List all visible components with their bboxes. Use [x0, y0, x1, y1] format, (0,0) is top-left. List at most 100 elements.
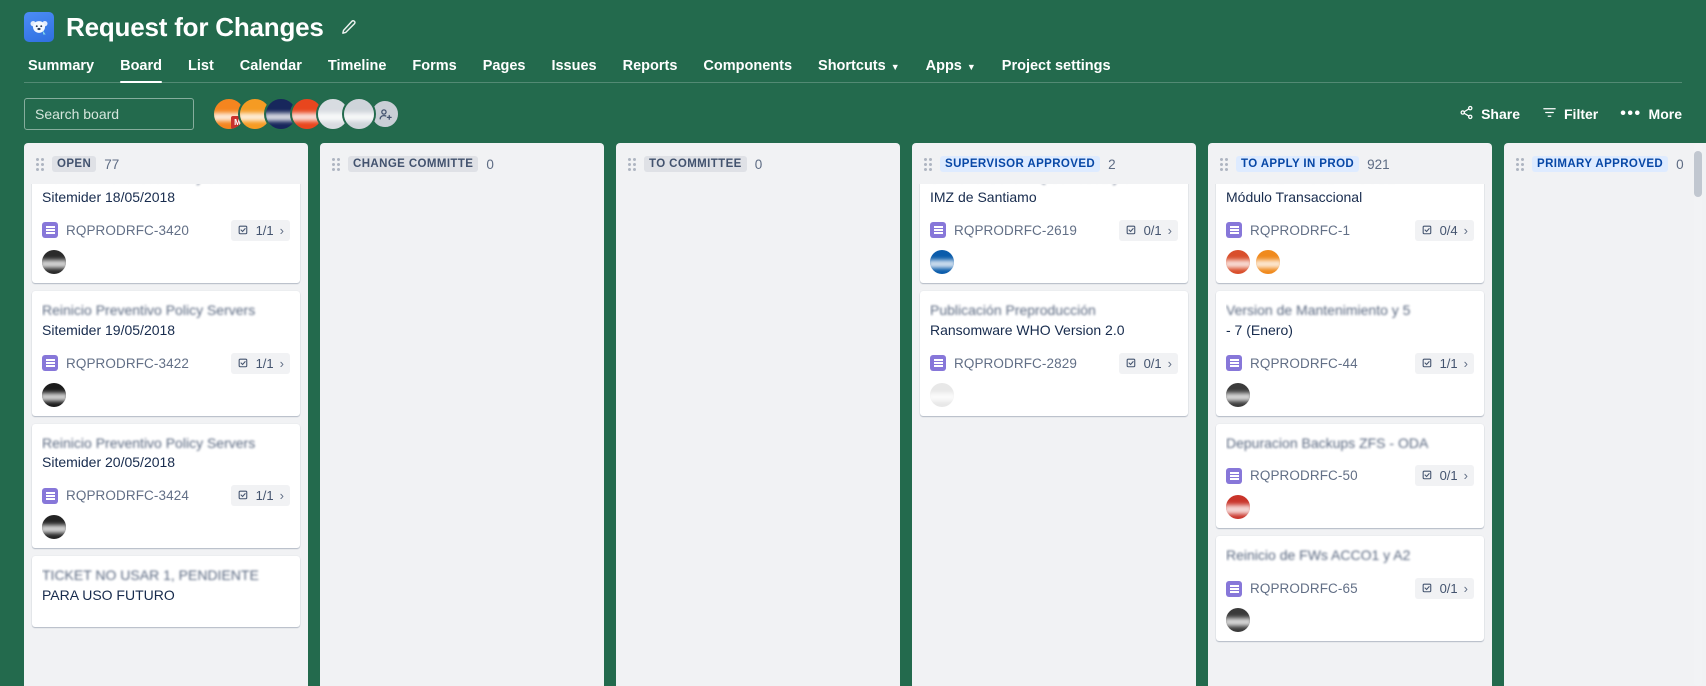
avatar[interactable] — [930, 249, 954, 274]
nav-item-project-settings[interactable]: Project settings — [989, 58, 1124, 82]
column-count: 77 — [104, 156, 120, 172]
nav-item-timeline[interactable]: Timeline — [315, 58, 400, 82]
column-header: PRIMARY APPROVED 0 — [1504, 143, 1706, 184]
board-card[interactable]: Reinicio Preventivo Policy SeSitemider 1… — [32, 184, 300, 283]
checklist-progress[interactable]: 1/1 › — [230, 219, 290, 241]
avatar[interactable] — [1226, 249, 1250, 274]
issue-key[interactable]: RQPRODRFC-1 — [1250, 223, 1350, 238]
board-card[interactable]: Reinicio de FWs ACCO1 y A2 RQPRODRFC-65 0/… — [1216, 536, 1484, 642]
checklist-count: 1/1 — [1439, 355, 1458, 371]
board-card[interactable]: Publicación Preproducción Ransomware WHO … — [920, 290, 1188, 416]
nav-item-label: Shortcuts — [818, 58, 886, 74]
issue-key[interactable]: RQPRODRFC-44 — [1250, 356, 1358, 371]
drag-handle-icon[interactable] — [1220, 157, 1228, 171]
avatar[interactable] — [42, 249, 66, 274]
board-card[interactable]: Version de Mantenimiento y 5 - 7 (Enero) R… — [1216, 290, 1484, 416]
checklist-progress[interactable]: 0/1 › — [1414, 465, 1474, 487]
card-title-line-redacted: Reinicio de FWs ACCO1 y A2 — [1226, 547, 1411, 564]
avatar[interactable] — [1226, 608, 1250, 633]
checklist-progress[interactable]: 0/1 › — [1414, 578, 1474, 600]
board-area: OPEN77Reinicio Preventivo Policy SeSitem… — [0, 143, 1706, 686]
avatar[interactable] — [342, 97, 376, 131]
board-vertical-scrollbar[interactable] — [1694, 143, 1702, 686]
chevron-right-icon: › — [1463, 581, 1468, 597]
search-board-container[interactable] — [24, 98, 230, 130]
card-title: TICKET NO USAR 1, PENDIENTE PARA USO FUTU… — [42, 566, 290, 606]
issue-key[interactable]: RQPRODRFC-2619 — [954, 223, 1077, 238]
board-card[interactable]: TEST DE PRUEBA - SUBEMódulo Transacciona… — [1216, 184, 1484, 283]
column-count: 0 — [754, 156, 763, 172]
column-card-list: Reinicio Preventivo Policy SeSitemider 1… — [24, 184, 308, 686]
drag-handle-icon[interactable] — [1516, 157, 1524, 171]
filter-button[interactable]: Filter — [1542, 105, 1598, 123]
nav-item-calendar[interactable]: Calendar — [227, 58, 315, 82]
nav-item-label: Apps — [925, 58, 962, 74]
issue-key[interactable]: RQPRODRFC-3420 — [66, 223, 189, 238]
card-meta: RQPRODRFC-3420 1/1 › — [42, 219, 290, 241]
card-title-line: Ransomware WHO Version 2.0 — [930, 321, 1125, 338]
card-title: Reinicio Preventivo Policy Servers Sitemi… — [42, 434, 290, 474]
column-card-list: TEST DE PRUEBA - SUBEMódulo Transacciona… — [1208, 184, 1492, 686]
nav-item-reports[interactable]: Reports — [610, 58, 691, 82]
card-avatars — [1226, 249, 1280, 274]
nav-item-label: Board — [120, 58, 162, 74]
board-card[interactable]: Reinicio Preventivo Policy Servers Sitemi… — [32, 423, 300, 549]
avatar[interactable] — [1226, 495, 1250, 520]
issue-key[interactable]: RQPRODRFC-50 — [1250, 468, 1358, 483]
checklist-icon — [1422, 225, 1431, 235]
drag-handle-icon[interactable] — [332, 157, 340, 171]
card-title-line: Sitemider 18/05/2018 — [42, 188, 176, 205]
avatar-redaction — [1226, 618, 1250, 627]
card-meta-right: 0/4 › — [1414, 219, 1474, 241]
avatar[interactable] — [42, 515, 66, 540]
nav-item-shortcuts[interactable]: Shortcuts ▼ — [805, 58, 913, 82]
checklist-progress[interactable]: 0/4 › — [1414, 219, 1474, 241]
checklist-progress[interactable]: 1/1 › — [1414, 352, 1474, 374]
card-footer — [1226, 495, 1474, 520]
card-avatars — [1226, 382, 1250, 407]
checklist-progress[interactable]: 0/1 › — [1118, 352, 1178, 374]
board-card[interactable]: TICKET NO USAR 1, PENDIENTE PARA USO FUTU… — [32, 556, 300, 627]
drag-handle-icon[interactable] — [924, 157, 932, 171]
avatar[interactable] — [930, 382, 954, 407]
card-meta: RQPRODRFC-50 0/1 › — [1226, 465, 1474, 487]
card-title-line: IMZ de Santiamo — [930, 188, 1037, 205]
nav-item-board[interactable]: Board — [107, 58, 175, 83]
pencil-edit-icon[interactable] — [340, 19, 357, 36]
checklist-progress[interactable]: 1/1 › — [230, 485, 290, 507]
board-card[interactable]: Depuracion Backups ZFS - ODA RQPRODRFC-50… — [1216, 423, 1484, 529]
board-card[interactable]: Sniffer entre la MQ de Todo1 y elIMZ de … — [920, 184, 1188, 283]
column-count: 0 — [486, 156, 494, 172]
checklist-progress[interactable]: 1/1 › — [230, 352, 290, 374]
issue-key[interactable]: RQPRODRFC-3424 — [66, 488, 189, 503]
avatar[interactable] — [1256, 249, 1280, 274]
share-label: Share — [1481, 106, 1520, 122]
drag-handle-icon[interactable] — [36, 157, 44, 171]
nav-item-list[interactable]: List — [175, 58, 227, 82]
nav-item-summary[interactable]: Summary — [24, 58, 107, 82]
card-footer — [42, 382, 290, 407]
board-member-avatars[interactable]: M — [212, 97, 400, 131]
board-card[interactable]: Reinicio Preventivo Policy Servers Sitemi… — [32, 290, 300, 416]
search-input[interactable] — [35, 106, 216, 122]
checklist-icon — [1422, 583, 1431, 593]
issue-key[interactable]: RQPRODRFC-65 — [1250, 581, 1358, 596]
column-card-list — [1504, 184, 1706, 686]
chevron-right-icon: › — [279, 355, 284, 371]
avatar[interactable] — [1226, 382, 1250, 407]
nav-item-forms[interactable]: Forms — [399, 58, 469, 82]
avatar[interactable] — [42, 382, 66, 407]
column-card-list — [616, 184, 900, 686]
share-button[interactable]: Share — [1459, 105, 1520, 123]
checklist-progress[interactable]: 0/1 › — [1118, 219, 1178, 241]
nav-item-components[interactable]: Components — [690, 58, 805, 82]
drag-handle-icon[interactable] — [628, 157, 636, 171]
nav-item-issues[interactable]: Issues — [538, 58, 609, 82]
issue-key[interactable]: RQPRODRFC-3422 — [66, 356, 189, 371]
more-button[interactable]: ••• More — [1620, 106, 1682, 123]
issue-key[interactable]: RQPRODRFC-2829 — [954, 356, 1077, 371]
nav-item-pages[interactable]: Pages — [470, 58, 539, 82]
nav-item-apps[interactable]: Apps ▼ — [913, 58, 989, 82]
avatar-redaction — [1226, 259, 1250, 268]
scrollbar-thumb[interactable] — [1694, 151, 1702, 197]
